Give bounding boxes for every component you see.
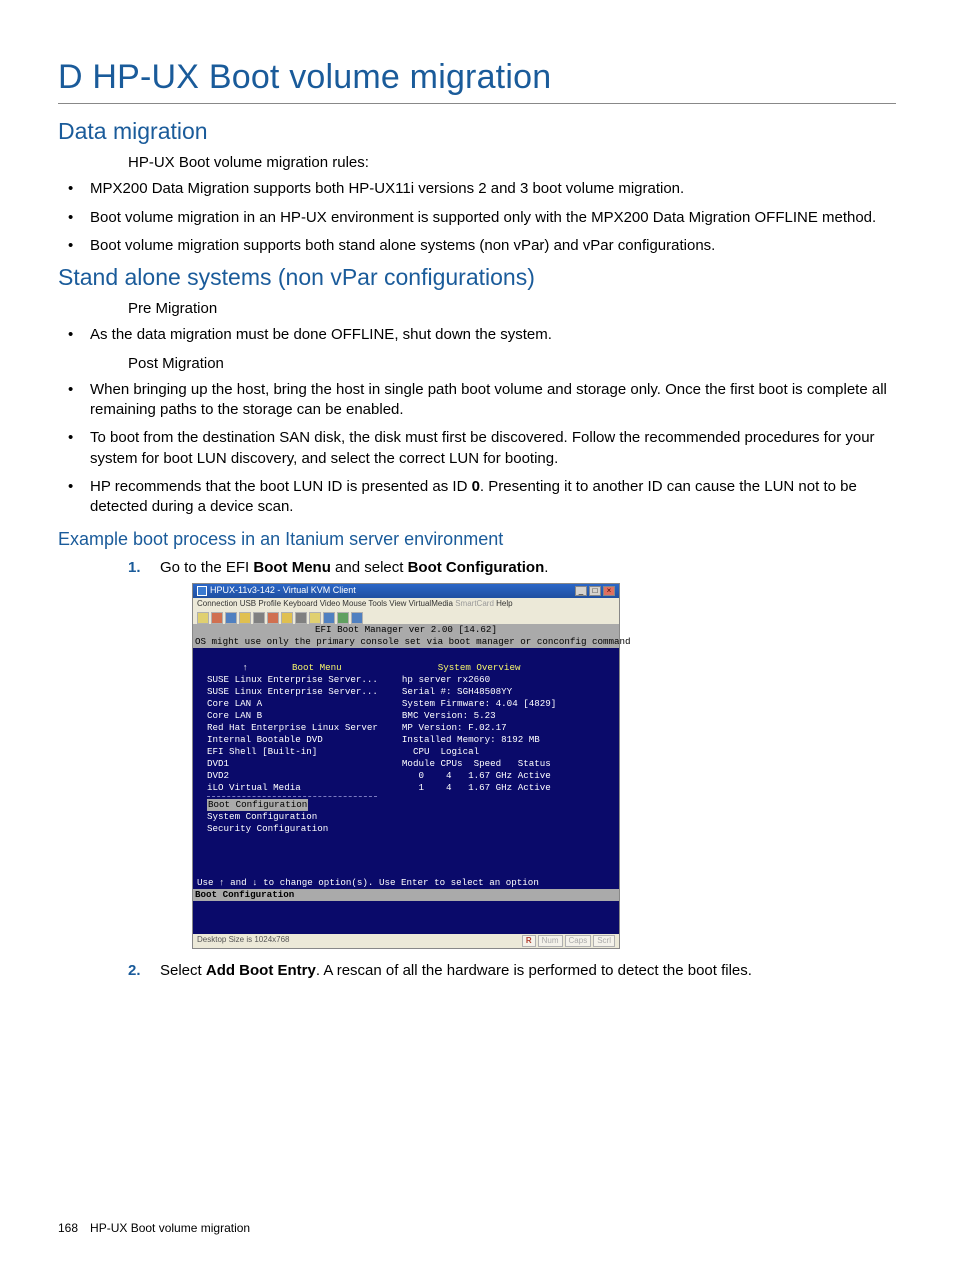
info-line: MP Version: F.02.17 xyxy=(402,722,556,734)
section-example-boot: Example boot process in an Itanium serve… xyxy=(58,529,896,550)
text: . A rescan of all the hardware is perfor… xyxy=(316,962,752,979)
post-list: When bringing up the host, bring the hos… xyxy=(58,380,896,518)
status-box: Num xyxy=(538,935,563,947)
info-line: Serial #: SGH48508YY xyxy=(402,686,556,698)
footer-title: HP-UX Boot volume migration xyxy=(90,1221,250,1235)
toolbar-icon[interactable] xyxy=(211,612,223,624)
toolbar-icon[interactable] xyxy=(197,612,209,624)
text: . xyxy=(544,559,548,576)
window-icon xyxy=(197,586,207,596)
toolbar-icon[interactable] xyxy=(281,612,293,624)
list-item: MPX200 Data Migration supports both HP-U… xyxy=(58,179,896,199)
info-line: Installed Memory: 8192 MB xyxy=(402,734,556,746)
status-r-badge: R xyxy=(522,935,536,947)
list-item: When bringing up the host, bring the hos… xyxy=(58,380,896,421)
overview-title: System Overview xyxy=(402,662,556,674)
status-box: Caps xyxy=(565,935,592,947)
step-1: Go to the EFI Boot Menu and select Boot … xyxy=(128,558,896,948)
toolbar-icon[interactable] xyxy=(253,612,265,624)
menu-item[interactable]: SUSE Linux Enterprise Server... xyxy=(207,686,378,698)
bios-hint: Use ↑ and ↓ to change option(s). Use Ent… xyxy=(193,875,619,889)
bios-selection: Boot Configuration xyxy=(193,889,619,901)
post-migration-label: Post Migration xyxy=(128,354,896,374)
page-footer: 168 HP-UX Boot volume migration xyxy=(58,1221,250,1235)
info-line: System Firmware: 4.04 [4829] xyxy=(402,698,556,710)
bios-header: EFI Boot Manager ver 2.00 [14.62] xyxy=(193,624,619,636)
kvm-titlebar: HPUX-11v3-142 - Virtual KVM Client _ □ × xyxy=(193,584,619,598)
menu-items[interactable]: Connection USB Profile Keyboard Video Mo… xyxy=(197,599,453,608)
page-number: 168 xyxy=(58,1221,78,1235)
list-item: Boot volume migration in an HP-UX enviro… xyxy=(58,208,896,228)
bios-warning: OS might use only the primary console se… xyxy=(193,636,619,648)
menu-item[interactable]: System Configuration xyxy=(207,811,378,823)
toolbar-icon[interactable] xyxy=(337,612,349,624)
menu-item[interactable]: Core LAN B xyxy=(207,710,378,722)
separator xyxy=(207,796,377,797)
kvm-statusbar: Desktop Size is 1024x768 R Num Caps Scrl xyxy=(193,934,619,948)
boot-menu-panel: ↑ Boot Menu SUSE Linux Enterprise Server… xyxy=(207,662,378,835)
menu-help[interactable]: Help xyxy=(494,599,513,608)
boot-menu-label: Boot Menu xyxy=(253,559,330,576)
toolbar-icon[interactable] xyxy=(309,612,321,624)
menu-item[interactable]: iLO Virtual Media xyxy=(207,782,378,794)
list-item: Boot volume migration supports both stan… xyxy=(58,236,896,256)
boot-config-label: Boot Configuration xyxy=(408,559,545,576)
rules-list: MPX200 Data Migration supports both HP-U… xyxy=(58,179,896,256)
menu-item[interactable]: SUSE Linux Enterprise Server... xyxy=(207,674,378,686)
step-2: Select Add Boot Entry. A rescan of all t… xyxy=(128,961,896,981)
toolbar-icon[interactable] xyxy=(225,612,237,624)
toolbar-icon[interactable] xyxy=(295,612,307,624)
menu-item[interactable]: DVD1 xyxy=(207,758,378,770)
system-overview-panel: System Overview hp server rx2660 Serial … xyxy=(402,662,556,835)
toolbar-icon[interactable] xyxy=(239,612,251,624)
info-line: hp server rx2660 xyxy=(402,674,556,686)
pre-list: As the data migration must be done OFFLI… xyxy=(58,325,896,345)
kvm-menubar[interactable]: Connection USB Profile Keyboard Video Mo… xyxy=(193,598,619,610)
toolbar-icon[interactable] xyxy=(351,612,363,624)
pre-migration-label: Pre Migration xyxy=(128,299,896,319)
close-button[interactable]: × xyxy=(603,586,615,596)
menu-item[interactable]: Core LAN A xyxy=(207,698,378,710)
menu-item[interactable]: Security Configuration xyxy=(207,823,378,835)
section-data-migration: Data migration xyxy=(58,118,896,145)
section-standalone: Stand alone systems (non vPar configurat… xyxy=(58,264,896,291)
info-line: BMC Version: 5.23 xyxy=(402,710,556,722)
add-boot-entry-label: Add Boot Entry xyxy=(206,962,316,979)
text: Go to the EFI xyxy=(160,559,253,576)
status-box: Scrl xyxy=(593,935,615,947)
list-item: To boot from the destination SAN disk, t… xyxy=(58,428,896,469)
page-title: D HP-UX Boot volume migration xyxy=(58,58,896,104)
menu-item-selected[interactable]: Boot Configuration xyxy=(207,799,378,811)
text: and select xyxy=(331,559,408,576)
bios-console: EFI Boot Manager ver 2.00 [14.62] OS mig… xyxy=(193,624,619,934)
steps-list: Go to the EFI Boot Menu and select Boot … xyxy=(128,558,896,981)
minimize-button[interactable]: _ xyxy=(575,586,587,596)
kvm-screenshot: HPUX-11v3-142 - Virtual KVM Client _ □ ×… xyxy=(192,583,620,949)
text: Select xyxy=(160,962,206,979)
lun-id-zero: 0 xyxy=(472,478,480,495)
maximize-button[interactable]: □ xyxy=(589,586,601,596)
menu-item[interactable]: Red Hat Enterprise Linux Server xyxy=(207,722,378,734)
status-text: Desktop Size is 1024x768 xyxy=(197,935,290,947)
toolbar-icon[interactable] xyxy=(323,612,335,624)
menu-item[interactable]: DVD2 xyxy=(207,770,378,782)
text: HP recommends that the boot LUN ID is pr… xyxy=(90,478,472,495)
list-item: As the data migration must be done OFFLI… xyxy=(58,325,896,345)
intro-text: HP-UX Boot volume migration rules: xyxy=(128,153,896,173)
kvm-toolbar[interactable] xyxy=(193,610,619,624)
menu-item[interactable]: EFI Shell [Built-in] xyxy=(207,746,378,758)
boot-menu-title: ↑ Boot Menu xyxy=(207,662,377,674)
info-line: 0 4 1.67 GHz Active xyxy=(402,770,556,782)
menu-item[interactable]: Internal Bootable DVD xyxy=(207,734,378,746)
list-item: HP recommends that the boot LUN ID is pr… xyxy=(58,477,896,518)
info-line: 1 4 1.67 GHz Active xyxy=(402,782,556,794)
toolbar-icon[interactable] xyxy=(267,612,279,624)
menu-disabled: SmartCard xyxy=(453,599,494,608)
info-line: Module CPUs Speed Status xyxy=(402,758,556,770)
info-line: CPU Logical xyxy=(402,746,556,758)
kvm-title-text: HPUX-11v3-142 - Virtual KVM Client xyxy=(210,584,356,596)
